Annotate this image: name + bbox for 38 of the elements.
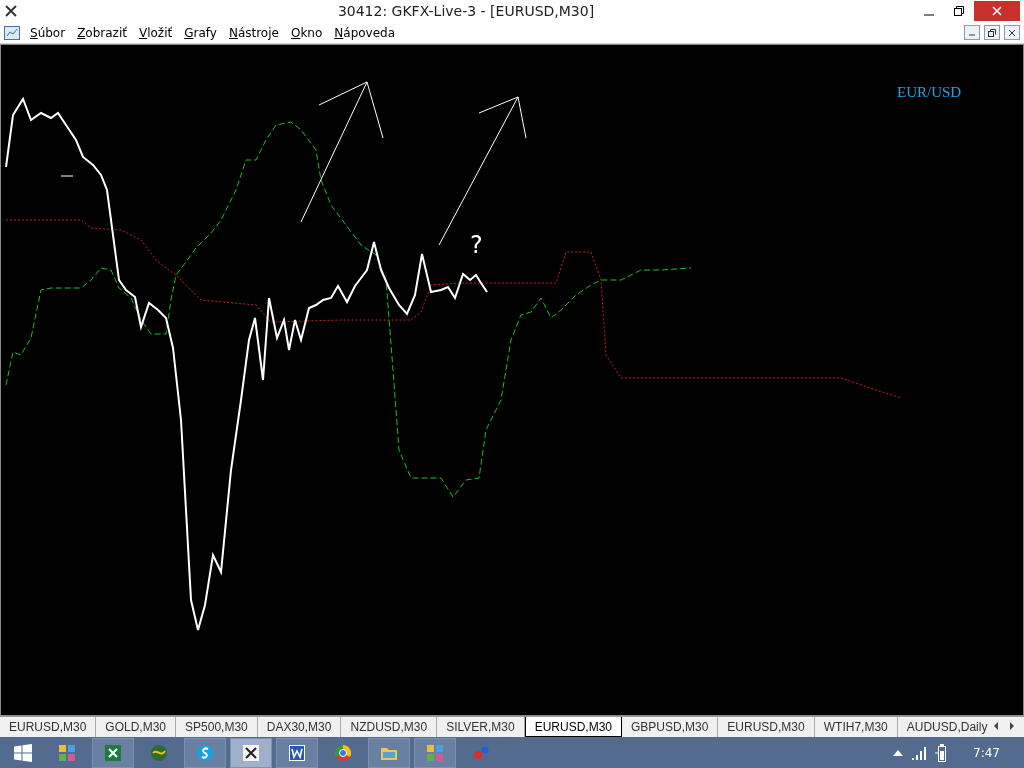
- window-title: 30412: GKFX-Live-3 - [EURUSD,M30]: [336, 1, 596, 21]
- taskbar-button[interactable]: [230, 737, 272, 768]
- browser-icon: [333, 742, 353, 763]
- restore-button[interactable]: [984, 25, 1000, 40]
- app-icon: [4, 4, 18, 18]
- scroll-right-icon[interactable]: [1008, 721, 1016, 731]
- close-icon: [1008, 28, 1016, 37]
- tiles-icon: [425, 742, 445, 763]
- symbol-label: EUR/USD: [897, 83, 962, 102]
- menu-item[interactable]: Zobraziť: [71, 23, 133, 42]
- menu-item[interactable]: Grafy: [178, 23, 223, 42]
- restore-icon: [988, 28, 996, 37]
- menu-item[interactable]: Vložiť: [132, 23, 179, 42]
- chart-tab[interactable]: EURUSD,M30: [524, 717, 622, 737]
- dash-mark: [60, 175, 74, 177]
- chat-icon: [195, 742, 215, 763]
- signal-icon[interactable]: [911, 745, 928, 760]
- tray-arrow-icon[interactable]: [893, 749, 904, 756]
- restore-icon: [954, 6, 964, 16]
- menu-item[interactable]: Nápoveda: [328, 23, 402, 42]
- annotation-text: ?: [470, 233, 483, 257]
- scroll-left-icon[interactable]: [992, 721, 1001, 731]
- menu-item[interactable]: Nástroje: [222, 23, 285, 42]
- menu-item[interactable]: Okno: [284, 23, 329, 42]
- tiles-icon: [57, 742, 77, 763]
- close-button[interactable]: [1004, 25, 1020, 40]
- chart-window-icon[interactable]: [4, 25, 20, 40]
- document-icon: [287, 742, 307, 763]
- close-icon: [992, 6, 1002, 16]
- globe-icon: [149, 742, 169, 763]
- cross-icon: [241, 742, 261, 763]
- minimize-icon: [924, 14, 934, 16]
- menu-item[interactable]: Súbor: [24, 23, 72, 42]
- windows-logo-icon: [14, 743, 32, 762]
- clock-text: 7:47: [973, 744, 1000, 762]
- taskbar-button[interactable]: [276, 737, 318, 768]
- spreadsheet-icon: [103, 742, 123, 763]
- taskbar-button[interactable]: [92, 737, 134, 768]
